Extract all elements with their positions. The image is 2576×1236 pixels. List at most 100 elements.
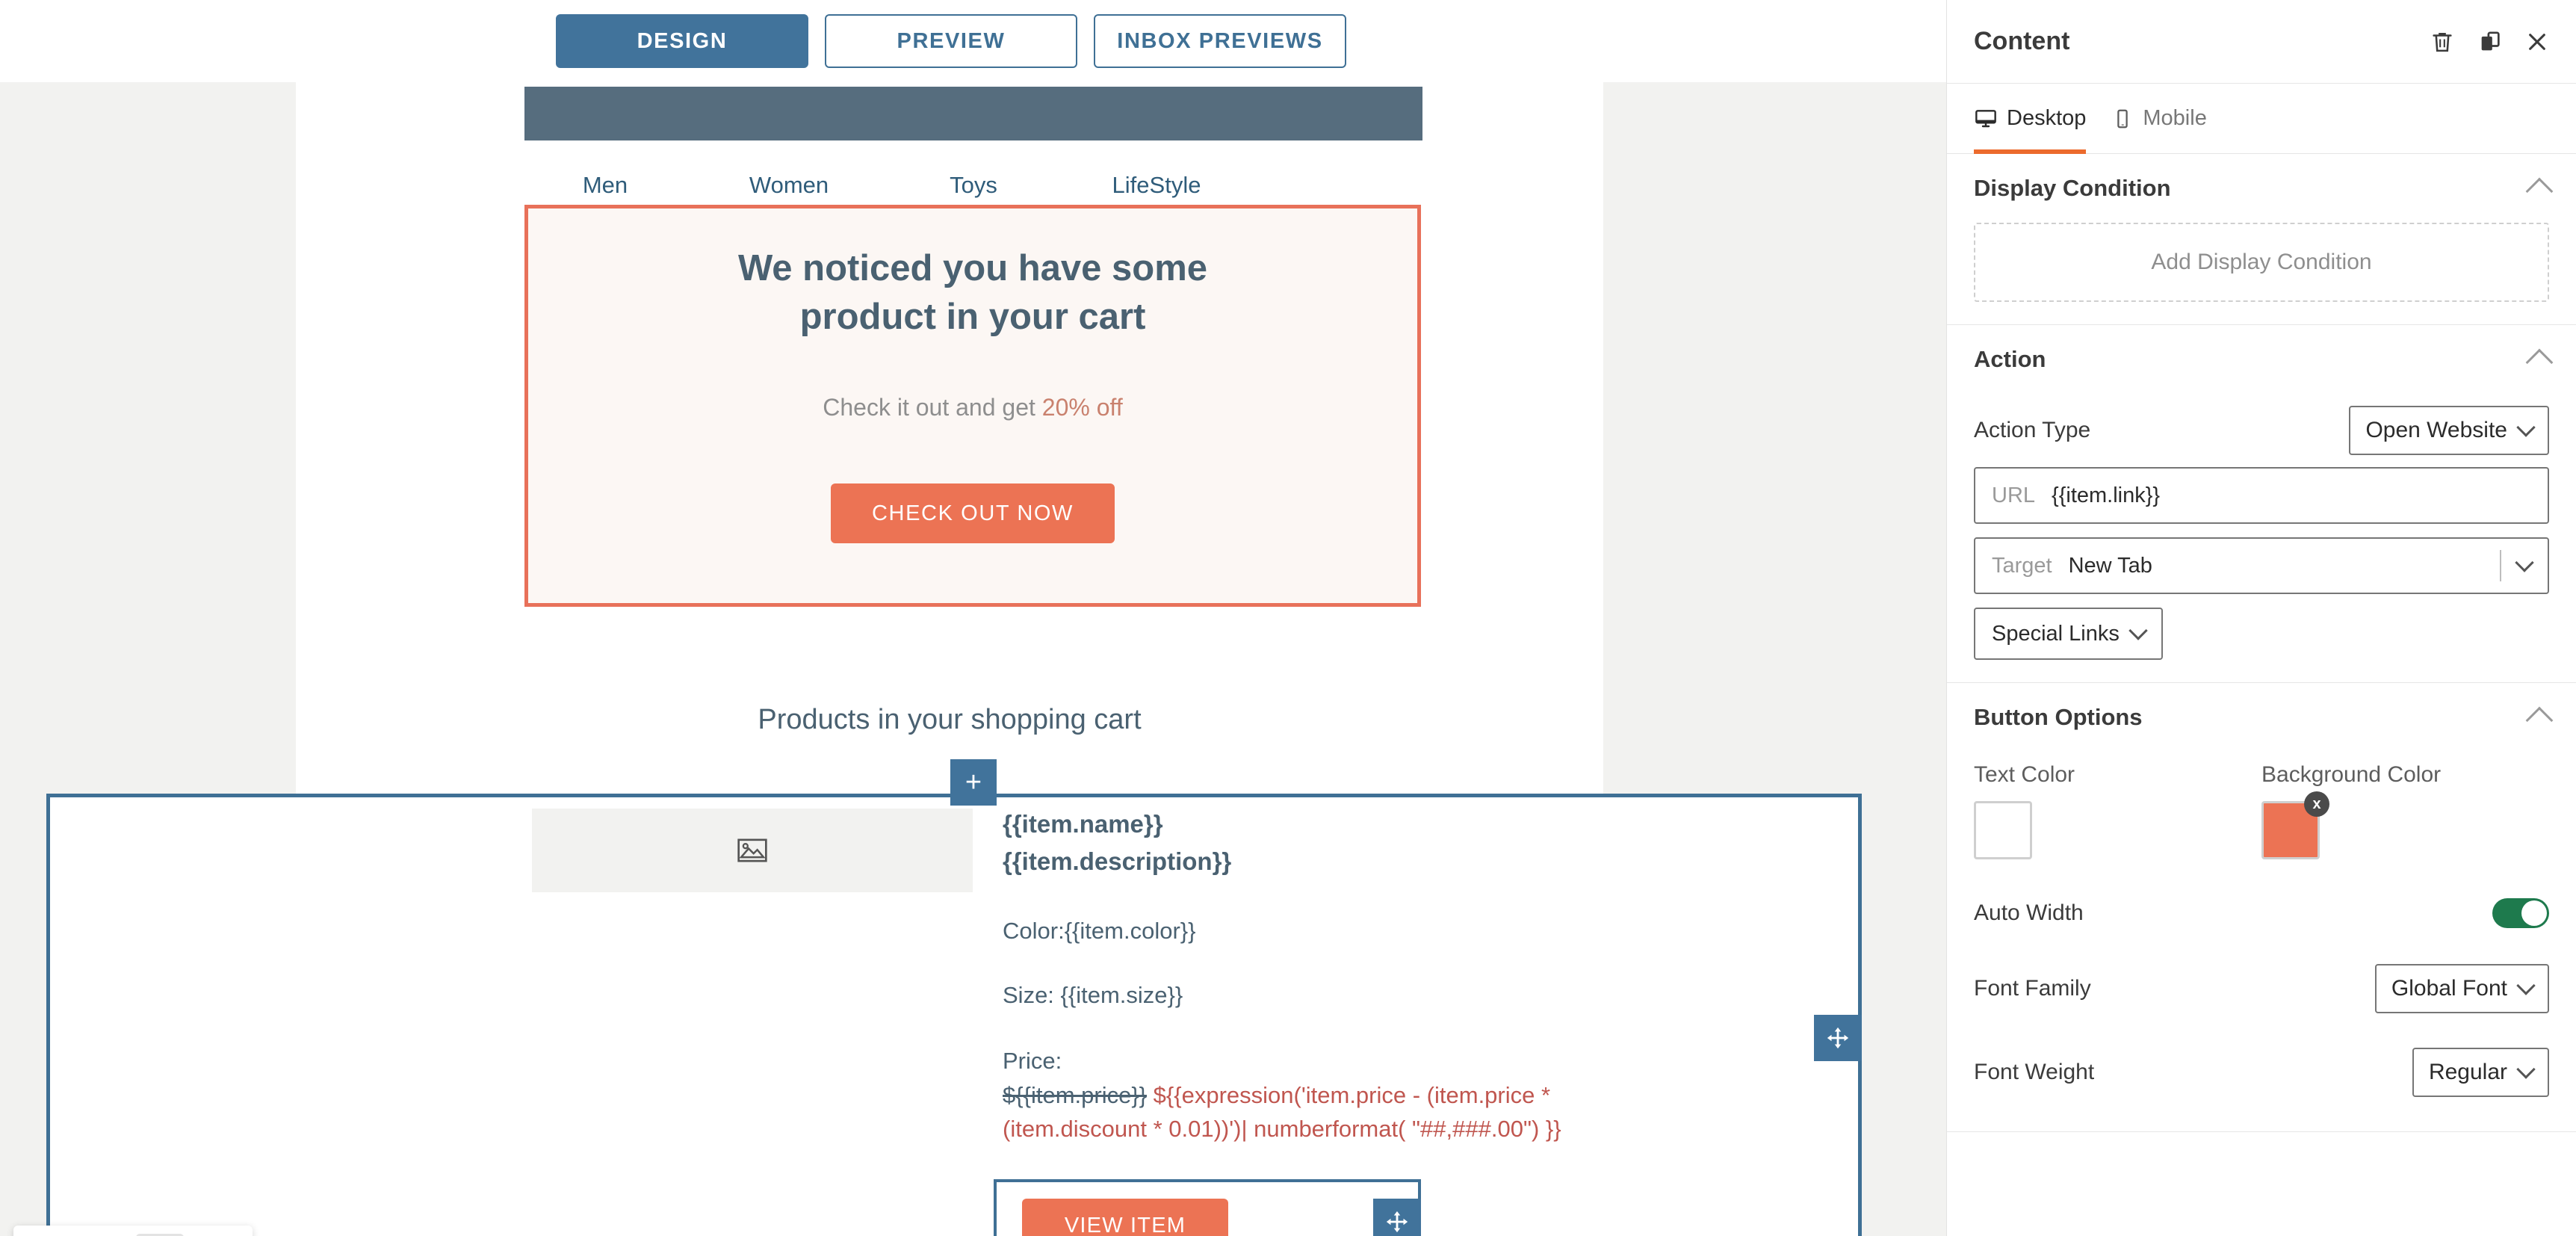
display-condition-header[interactable]: Display Condition	[1974, 154, 2554, 223]
chevron-down-icon	[2128, 621, 2148, 640]
font-weight-value: Regular	[2428, 1060, 2507, 1084]
text-color-control: Text Color	[1974, 762, 2261, 859]
action-type-label: Action Type	[1974, 418, 2091, 442]
tab-design[interactable]: DESIGN	[556, 14, 808, 68]
desktop-icon	[1975, 109, 1996, 127]
product-details: {{item.name}} {{item.description}} Color…	[1003, 806, 1675, 1146]
move-icon	[1386, 1211, 1408, 1233]
text-color-label: Text Color	[1974, 762, 2075, 787]
promo-block[interactable]: We noticed you have some product in your…	[524, 205, 1421, 607]
panel-header: Content	[1947, 0, 2576, 84]
background-color-control: Background Color x	[2261, 762, 2549, 859]
target-field[interactable]: Target New Tab	[1974, 537, 2549, 594]
promo-headline: We noticed you have some product in your…	[528, 244, 1417, 341]
auto-width-label: Auto Width	[1974, 900, 2084, 925]
button-move-handle[interactable]	[1373, 1199, 1421, 1236]
tab-desktop[interactable]: Desktop	[1974, 84, 2087, 154]
action-type-select[interactable]: Open Website	[2349, 406, 2549, 455]
font-weight-select[interactable]: Regular	[2412, 1048, 2549, 1097]
tab-mobile[interactable]: Mobile	[2111, 84, 2207, 154]
email-header-bar	[524, 87, 1422, 140]
promo-headline-line1: We noticed you have some	[737, 248, 1208, 288]
product-color-line: Color:{{item.color}}	[1003, 918, 1196, 945]
promo-subtext-prefix: Check it out and get	[823, 394, 1042, 421]
product-price-label: Price:	[1003, 1048, 1062, 1075]
font-weight-label: Font Weight	[1974, 1060, 2095, 1084]
tab-mobile-label: Mobile	[2143, 106, 2207, 130]
action-header[interactable]: Action	[1974, 325, 2554, 394]
action-type-row: Action Type Open Website	[1974, 406, 2549, 455]
toggle-knob	[2521, 900, 2547, 926]
image-placeholder-icon	[737, 838, 767, 862]
text-color-swatch[interactable]	[1974, 801, 2032, 859]
products-section-title: Products in your shopping cart	[758, 704, 1142, 735]
panel-header-actions	[2430, 29, 2549, 55]
tab-desktop-label: Desktop	[2007, 106, 2087, 130]
url-field[interactable]: URL {{item.link}}	[1974, 467, 2549, 524]
target-divider	[2500, 550, 2501, 581]
auto-width-toggle[interactable]	[2492, 898, 2549, 928]
action-type-value: Open Website	[2365, 418, 2507, 442]
editor-bottom-toolbar	[13, 1226, 253, 1236]
nav-link-men[interactable]: Men	[524, 172, 686, 199]
canvas-right-gutter	[1902, 82, 1946, 1236]
add-display-condition-button[interactable]: Add Display Condition	[1974, 223, 2549, 302]
trash-icon[interactable]	[2430, 29, 2455, 55]
chevron-up-icon[interactable]	[2525, 348, 2554, 377]
email-canvas[interactable]: Men Women Toys LifeStyle We noticed you …	[0, 82, 1902, 1236]
button-options-title: Button Options	[1974, 704, 2143, 730]
target-label: Target	[1992, 553, 2052, 578]
chevron-down-icon[interactable]	[2515, 553, 2534, 572]
nav-link-lifestyle[interactable]: LifeStyle	[1076, 172, 1237, 199]
product-size-line: Size: {{item.size}}	[1003, 982, 1183, 1009]
device-tabs: Desktop Mobile	[1947, 84, 2576, 154]
view-item-button[interactable]: VIEW ITEM	[1022, 1199, 1228, 1236]
nav-link-women[interactable]: Women	[708, 172, 870, 199]
panel-title: Content	[1974, 27, 2070, 55]
duplicate-icon[interactable]	[2477, 29, 2503, 55]
tab-inbox-previews[interactable]: INBOX PREVIEWS	[1094, 14, 1346, 68]
background-color-swatch[interactable]: x	[2261, 791, 2329, 859]
tab-preview[interactable]: PREVIEW	[825, 14, 1077, 68]
auto-width-row: Auto Width	[1974, 898, 2549, 928]
product-price-old: ${{item.price}}	[1003, 1082, 1148, 1109]
promo-discount-highlight: 20% off	[1041, 394, 1123, 421]
move-icon	[1827, 1027, 1849, 1049]
product-image-placeholder[interactable]	[532, 809, 973, 892]
target-value: New Tab	[2068, 553, 2152, 578]
app-root: DESIGN PREVIEW INBOX PREVIEWS Men Women …	[0, 0, 2576, 1236]
font-family-row: Font Family Global Font	[1974, 964, 2549, 1013]
tab-preview-label: PREVIEW	[897, 28, 1006, 53]
row-move-handle[interactable]	[1814, 1015, 1862, 1061]
special-links-label: Special Links	[1992, 621, 2120, 646]
url-value: {{item.link}}	[2052, 483, 2161, 507]
display-condition-title: Display Condition	[1974, 175, 2171, 201]
checkout-now-button[interactable]: CHECK OUT NOW	[831, 483, 1115, 543]
font-family-select[interactable]: Global Font	[2374, 964, 2549, 1013]
product-name: {{item.name}}	[1003, 810, 1163, 838]
view-mode-tabbar: DESIGN PREVIEW INBOX PREVIEWS	[0, 0, 1902, 82]
add-display-condition-label: Add Display Condition	[2151, 250, 2372, 274]
chevron-up-icon[interactable]	[2525, 177, 2554, 206]
add-block-above-button[interactable]: +	[950, 759, 997, 806]
chevron-down-icon	[2516, 1060, 2536, 1079]
chevron-up-icon[interactable]	[2525, 706, 2554, 735]
special-links-dropdown[interactable]: Special Links	[1974, 608, 2163, 660]
view-item-label: VIEW ITEM	[1064, 1213, 1186, 1236]
clear-background-color-icon[interactable]: x	[2304, 791, 2329, 817]
add-block-above-label: +	[965, 767, 982, 798]
product-price-values: ${{item.price}} ${{expression('item.pric…	[1003, 1079, 1675, 1146]
checkout-now-label: CHECK OUT NOW	[872, 501, 1074, 525]
action-section: Action Action Type Open Website URL {{it…	[1947, 325, 2576, 683]
background-color-label: Background Color	[2261, 762, 2442, 787]
button-options-section: Button Options Text Color Background Col…	[1947, 683, 2576, 1132]
mobile-icon	[2117, 109, 2128, 128]
button-options-header[interactable]: Button Options	[1974, 683, 2554, 752]
color-controls: Text Color Background Color x	[1974, 762, 2549, 859]
promo-headline-line2: product in your cart	[799, 296, 1146, 337]
close-icon[interactable]	[2525, 30, 2549, 54]
chevron-down-icon	[2516, 976, 2536, 995]
display-condition-section: Display Condition Add Display Condition	[1947, 154, 2576, 325]
nav-link-toys[interactable]: Toys	[893, 172, 1054, 199]
tab-design-label: DESIGN	[637, 28, 728, 53]
